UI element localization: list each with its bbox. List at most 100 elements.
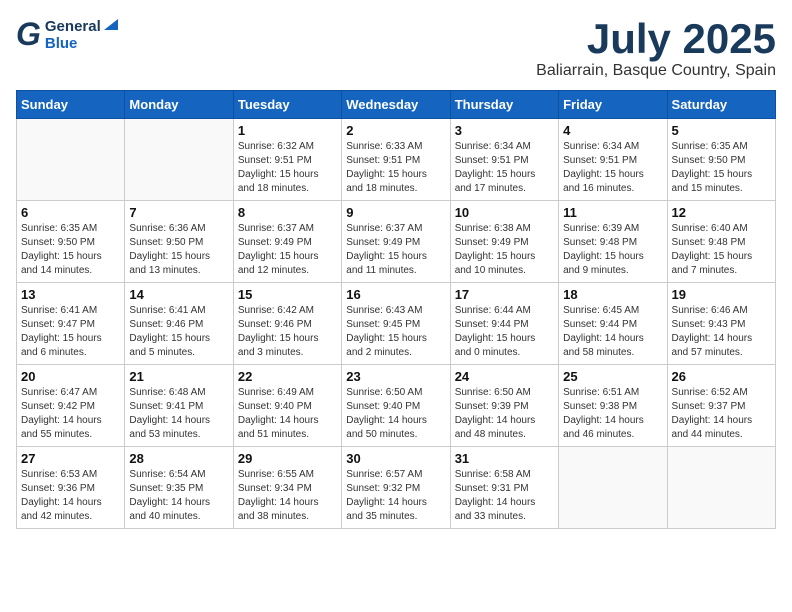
day-info: Sunrise: 6:36 AMSunset: 9:50 PMDaylight:… (129, 222, 228, 278)
calendar-cell: 26Sunrise: 6:52 AMSunset: 9:37 PMDayligh… (667, 365, 775, 447)
day-info: Sunrise: 6:34 AMSunset: 9:51 PMDaylight:… (455, 140, 554, 196)
day-number: 9 (346, 205, 445, 220)
header: G General Blue July 2025 Baliarrain, Bas… (16, 16, 776, 80)
day-info: Sunrise: 6:40 AMSunset: 9:48 PMDaylight:… (672, 222, 771, 278)
day-info: Sunrise: 6:37 AMSunset: 9:49 PMDaylight:… (346, 222, 445, 278)
calendar-cell: 19 Sunrise: 6:46 AMSunset: 9:43 PMDayligh… (667, 283, 775, 365)
calendar-week-3: 13 Sunrise: 6:41 AMSunset: 9:47 PMDayligh… (17, 283, 776, 365)
day-info: Sunrise: 6:43 AMSunset: 9:45 PMDaylight:… (346, 304, 445, 360)
day-number: 22 (238, 369, 337, 384)
weekday-header-thursday: Thursday (450, 91, 558, 119)
day-info: Sunrise: 6:46 AMSunset: 9:43 PMDaylight:… (672, 304, 771, 360)
calendar-cell: 5Sunrise: 6:35 AMSunset: 9:50 PMDaylight… (667, 119, 775, 201)
day-number: 6 (21, 205, 120, 220)
day-number: 7 (129, 205, 228, 220)
day-number: 12 (672, 205, 771, 220)
day-number: 13 (21, 287, 120, 302)
day-number: 1 (238, 123, 337, 138)
calendar-cell: 4 Sunrise: 6:34 AMSunset: 9:51 PMDaylight… (559, 119, 667, 201)
day-info: Sunrise: 6:48 AMSunset: 9:41 PMDaylight:… (129, 386, 228, 442)
calendar-cell: 20Sunrise: 6:47 AMSunset: 9:42 PMDayligh… (17, 365, 125, 447)
calendar-cell: 25 Sunrise: 6:51 AMSunset: 9:38 PMDayligh… (559, 365, 667, 447)
calendar-cell: 30Sunrise: 6:57 AMSunset: 9:32 PMDayligh… (342, 447, 450, 529)
day-info: Sunrise: 6:41 AMSunset: 9:47 PMDaylight:… (21, 304, 120, 360)
day-number: 19 (672, 287, 771, 302)
day-number: 11 (563, 205, 662, 220)
weekday-header-monday: Monday (125, 91, 233, 119)
logo-triangle-icon (104, 17, 118, 35)
calendar-cell (667, 447, 775, 529)
day-number: 2 (346, 123, 445, 138)
calendar-cell: 22Sunrise: 6:49 AMSunset: 9:40 PMDayligh… (233, 365, 341, 447)
day-info: Sunrise: 6:54 AMSunset: 9:35 PMDaylight:… (129, 468, 228, 524)
calendar-week-5: 27Sunrise: 6:53 AMSunset: 9:36 PMDayligh… (17, 447, 776, 529)
calendar-cell: 23Sunrise: 6:50 AMSunset: 9:40 PMDayligh… (342, 365, 450, 447)
weekday-header-saturday: Saturday (667, 91, 775, 119)
day-info: Sunrise: 6:57 AMSunset: 9:32 PMDaylight:… (346, 468, 445, 524)
calendar-cell: 8 Sunrise: 6:37 AMSunset: 9:49 PMDaylight… (233, 201, 341, 283)
day-info: Sunrise: 6:58 AMSunset: 9:31 PMDaylight:… (455, 468, 554, 524)
day-info: Sunrise: 6:45 AMSunset: 9:44 PMDaylight:… (563, 304, 662, 360)
day-number: 15 (238, 287, 337, 302)
month-title: July 2025 (536, 16, 776, 62)
logo-blue-text: Blue (45, 35, 118, 52)
day-info: Sunrise: 6:55 AMSunset: 9:34 PMDaylight:… (238, 468, 337, 524)
calendar-week-4: 20Sunrise: 6:47 AMSunset: 9:42 PMDayligh… (17, 365, 776, 447)
day-info: Sunrise: 6:35 AMSunset: 9:50 PMDaylight:… (21, 222, 120, 278)
calendar-cell: 27Sunrise: 6:53 AMSunset: 9:36 PMDayligh… (17, 447, 125, 529)
day-info: Sunrise: 6:50 AMSunset: 9:40 PMDaylight:… (346, 386, 445, 442)
day-number: 29 (238, 451, 337, 466)
title-area: July 2025 Baliarrain, Basque Country, Sp… (536, 16, 776, 80)
calendar-cell (17, 119, 125, 201)
day-number: 8 (238, 205, 337, 220)
calendar-cell: 14 Sunrise: 6:41 AMSunset: 9:46 PMDayligh… (125, 283, 233, 365)
day-info: Sunrise: 6:41 AMSunset: 9:46 PMDaylight:… (129, 304, 228, 360)
day-number: 3 (455, 123, 554, 138)
day-number: 18 (563, 287, 662, 302)
calendar-cell: 24Sunrise: 6:50 AMSunset: 9:39 PMDayligh… (450, 365, 558, 447)
calendar-cell: 15 Sunrise: 6:42 AMSunset: 9:46 PMDayligh… (233, 283, 341, 365)
calendar-cell: 7 Sunrise: 6:36 AMSunset: 9:50 PMDaylight… (125, 201, 233, 283)
day-info: Sunrise: 6:47 AMSunset: 9:42 PMDaylight:… (21, 386, 120, 442)
day-info: Sunrise: 6:53 AMSunset: 9:36 PMDaylight:… (21, 468, 120, 524)
weekday-header-friday: Friday (559, 91, 667, 119)
calendar-cell: 29 Sunrise: 6:55 AMSunset: 9:34 PMDayligh… (233, 447, 341, 529)
logo-general-text: General (45, 18, 101, 35)
day-number: 14 (129, 287, 228, 302)
calendar-cell: 12 Sunrise: 6:40 AMSunset: 9:48 PMDayligh… (667, 201, 775, 283)
calendar-week-2: 6 Sunrise: 6:35 AMSunset: 9:50 PMDaylight… (17, 201, 776, 283)
day-number: 21 (129, 369, 228, 384)
logo-g-letter: G (16, 16, 41, 53)
day-info: Sunrise: 6:52 AMSunset: 9:37 PMDaylight:… (672, 386, 771, 442)
day-number: 25 (563, 369, 662, 384)
calendar-cell: 1Sunrise: 6:32 AMSunset: 9:51 PMDaylight… (233, 119, 341, 201)
day-info: Sunrise: 6:37 AMSunset: 9:49 PMDaylight:… (238, 222, 337, 278)
calendar-cell: 21 Sunrise: 6:48 AMSunset: 9:41 PMDayligh… (125, 365, 233, 447)
day-info: Sunrise: 6:42 AMSunset: 9:46 PMDaylight:… (238, 304, 337, 360)
logo: G General Blue (16, 16, 118, 53)
calendar-cell: 31 Sunrise: 6:58 AMSunset: 9:31 PMDayligh… (450, 447, 558, 529)
day-number: 31 (455, 451, 554, 466)
calendar-cell: 16Sunrise: 6:43 AMSunset: 9:45 PMDayligh… (342, 283, 450, 365)
calendar-cell: 6 Sunrise: 6:35 AMSunset: 9:50 PMDaylight… (17, 201, 125, 283)
day-info: Sunrise: 6:35 AMSunset: 9:50 PMDaylight:… (672, 140, 771, 196)
calendar-cell: 10Sunrise: 6:38 AMSunset: 9:49 PMDayligh… (450, 201, 558, 283)
day-number: 4 (563, 123, 662, 138)
day-info: Sunrise: 6:38 AMSunset: 9:49 PMDaylight:… (455, 222, 554, 278)
day-number: 24 (455, 369, 554, 384)
calendar-week-1: 1Sunrise: 6:32 AMSunset: 9:51 PMDaylight… (17, 119, 776, 201)
weekday-header-tuesday: Tuesday (233, 91, 341, 119)
calendar-cell: 28Sunrise: 6:54 AMSunset: 9:35 PMDayligh… (125, 447, 233, 529)
weekday-header-wednesday: Wednesday (342, 91, 450, 119)
day-info: Sunrise: 6:44 AMSunset: 9:44 PMDaylight:… (455, 304, 554, 360)
day-info: Sunrise: 6:34 AMSunset: 9:51 PMDaylight:… (563, 140, 662, 196)
weekday-header-sunday: Sunday (17, 91, 125, 119)
calendar-cell: 2Sunrise: 6:33 AMSunset: 9:51 PMDaylight… (342, 119, 450, 201)
day-info: Sunrise: 6:51 AMSunset: 9:38 PMDaylight:… (563, 386, 662, 442)
logo-general-row: General (45, 17, 118, 35)
location-subtitle: Baliarrain, Basque Country, Spain (536, 62, 776, 80)
calendar-cell: 11Sunrise: 6:39 AMSunset: 9:48 PMDayligh… (559, 201, 667, 283)
day-number: 17 (455, 287, 554, 302)
calendar-table: SundayMondayTuesdayWednesdayThursdayFrid… (16, 90, 776, 529)
calendar-cell: 3 Sunrise: 6:34 AMSunset: 9:51 PMDaylight… (450, 119, 558, 201)
